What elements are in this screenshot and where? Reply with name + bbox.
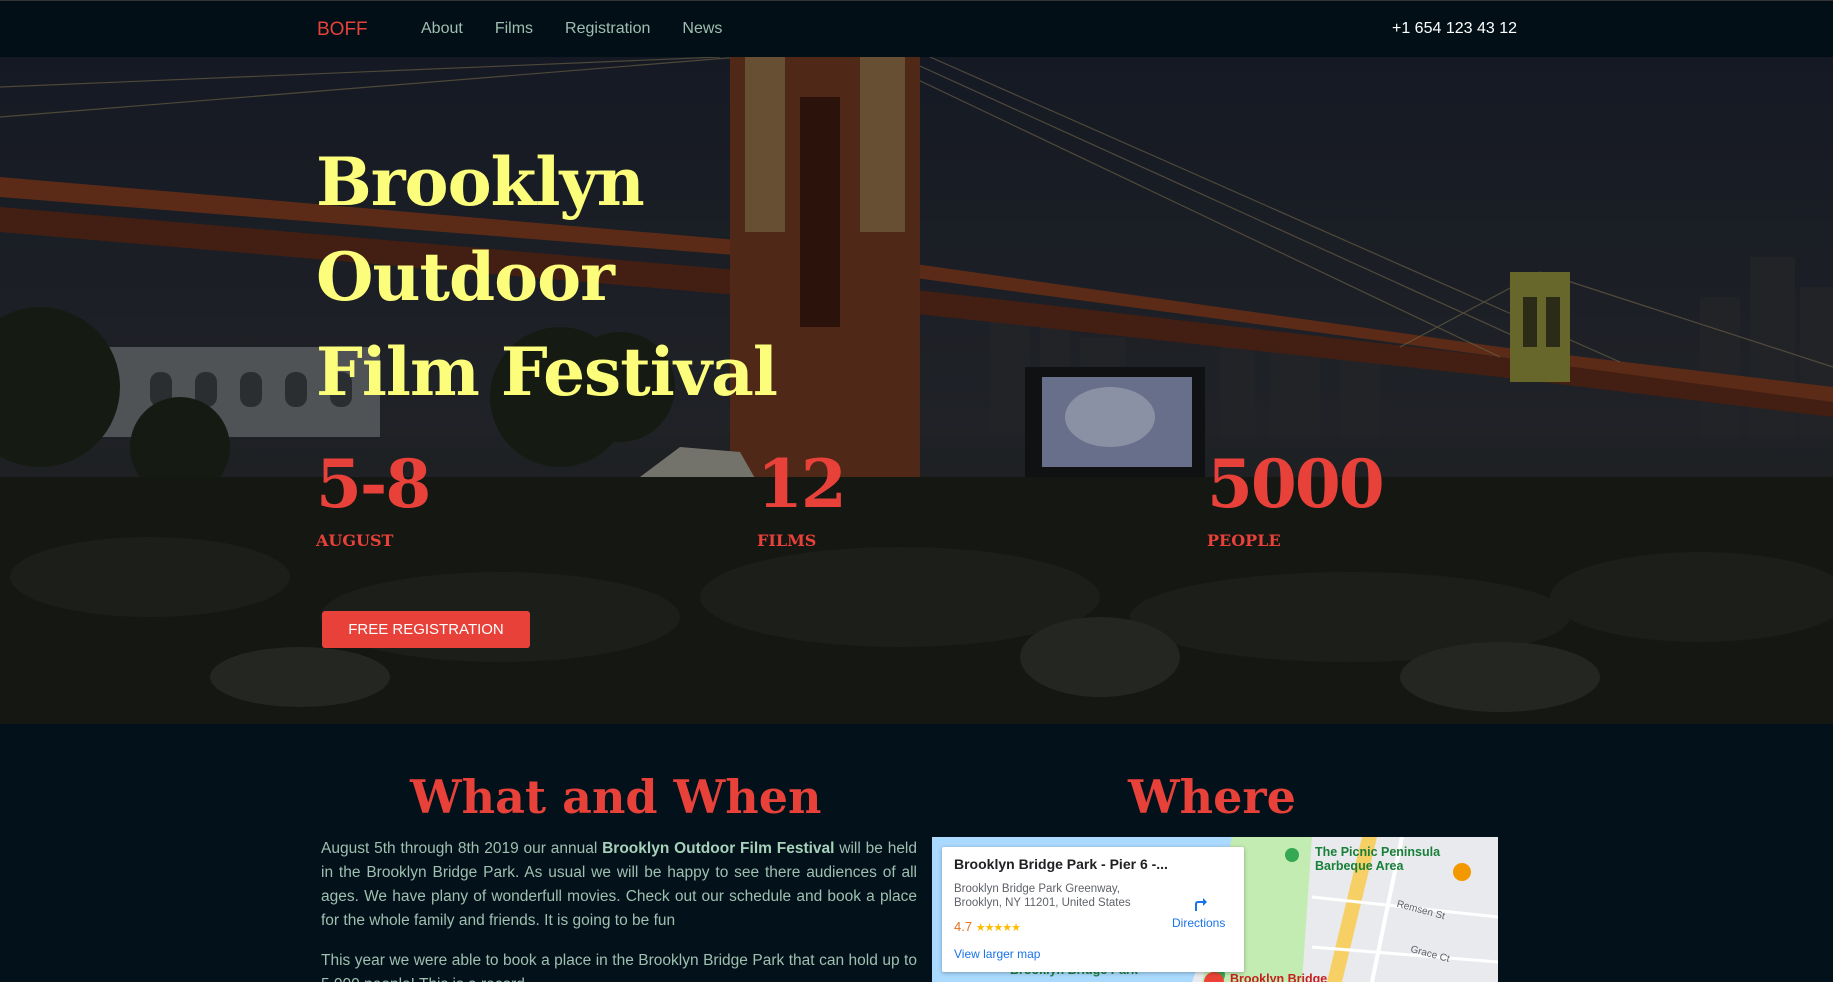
map-label-picnic: The Picnic Peninsula Barbeque Area — [1315, 845, 1441, 873]
place-name: Brooklyn Bridge Park - Pier 6 -... — [954, 856, 1168, 872]
nav-link-about[interactable]: About — [421, 20, 463, 38]
hero-section: Brooklyn Outdoor Film Festival 5-8 AUGUS… — [0, 57, 1833, 724]
park-pin-icon — [1285, 848, 1299, 862]
map-label-bridge: Brooklyn Bridge — [1230, 972, 1328, 982]
stat-value: 12 — [757, 445, 847, 523]
nav-link-films[interactable]: Films — [495, 20, 533, 38]
top-navbar: BOFF About Films Registration News +1 65… — [0, 0, 1833, 57]
map-place-card: Brooklyn Bridge Park - Pier 6 -... Brook… — [942, 847, 1244, 972]
hero-background-image — [0, 57, 1833, 724]
rating-value: 4.7 — [954, 919, 973, 934]
stat-value: 5-8 — [316, 445, 431, 523]
stat-label: AUGUST — [316, 531, 394, 550]
where-title: Where — [1128, 770, 1296, 824]
directions-link[interactable]: Directions — [1172, 894, 1225, 930]
what-when-paragraph-2: This year we were able to book a place i… — [321, 952, 917, 982]
brand-logo[interactable]: BOFF — [317, 19, 368, 41]
festival-name: Brooklyn Outdoor Film Festival — [602, 840, 835, 857]
place-rating: 4.7 ★★★★★ — [954, 919, 1021, 934]
stat-dates: 5-8 AUGUST — [316, 445, 431, 550]
directions-label: Directions — [1172, 916, 1226, 930]
view-larger-map-link[interactable]: View larger map — [954, 947, 1040, 961]
embedded-map[interactable]: The Picnic Peninsula Barbeque Area Brook… — [932, 837, 1498, 982]
nav-link-registration[interactable]: Registration — [565, 20, 650, 38]
rating-stars-icon: ★★★★★ — [975, 922, 1021, 934]
nav-links: About Films Registration News — [421, 20, 754, 38]
free-registration-button[interactable]: FREE REGISTRATION — [322, 611, 530, 648]
hero-title-line: Brooklyn — [316, 143, 645, 221]
stat-label: FILMS — [757, 531, 817, 550]
hero-title: Brooklyn Outdoor Film Festival — [316, 135, 778, 420]
phone-number: +1 654 123 43 12 — [1391, 20, 1517, 37]
hero-title-line: Outdoor — [316, 238, 615, 316]
restaurant-pin-icon — [1453, 863, 1471, 881]
what-when-title: What and When — [410, 770, 822, 824]
hero-title-line: Film Festival — [316, 333, 778, 411]
what-when-paragraph-1: August 5th through 8th 2019 our annual B… — [321, 837, 917, 933]
stat-label: PEOPLE — [1207, 531, 1281, 550]
stat-people: 5000 PEOPLE — [1207, 445, 1385, 550]
stat-films: 12 FILMS — [757, 445, 847, 550]
nav-link-news[interactable]: News — [682, 20, 722, 38]
paragraph-text: August 5th through 8th 2019 our annual — [321, 840, 603, 857]
directions-icon — [1194, 898, 1207, 911]
place-address: Brooklyn Bridge Park Greenway, Brooklyn,… — [954, 883, 1131, 909]
stat-value: 5000 — [1207, 445, 1385, 523]
